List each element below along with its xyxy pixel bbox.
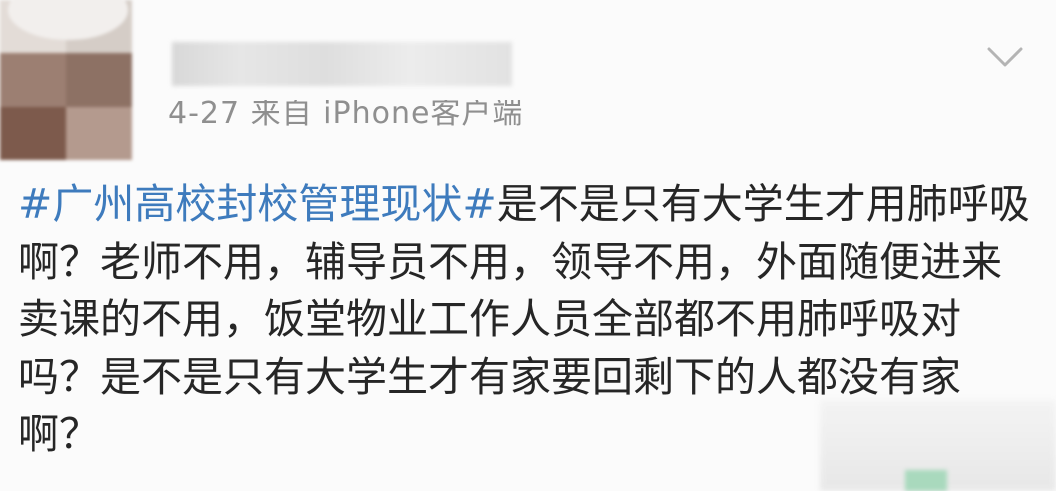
chevron-down-icon[interactable] bbox=[986, 44, 1024, 70]
avatar[interactable] bbox=[0, 0, 132, 160]
hashtag-link[interactable]: #广州高校封校管理现状# bbox=[18, 180, 497, 228]
post-meta: 4-27 来自 iPhone客户端 bbox=[168, 100, 523, 140]
blurred-badge bbox=[905, 470, 947, 491]
post-meta-text: 4-27 来自 iPhone客户端 bbox=[168, 100, 524, 131]
username[interactable] bbox=[172, 42, 512, 86]
